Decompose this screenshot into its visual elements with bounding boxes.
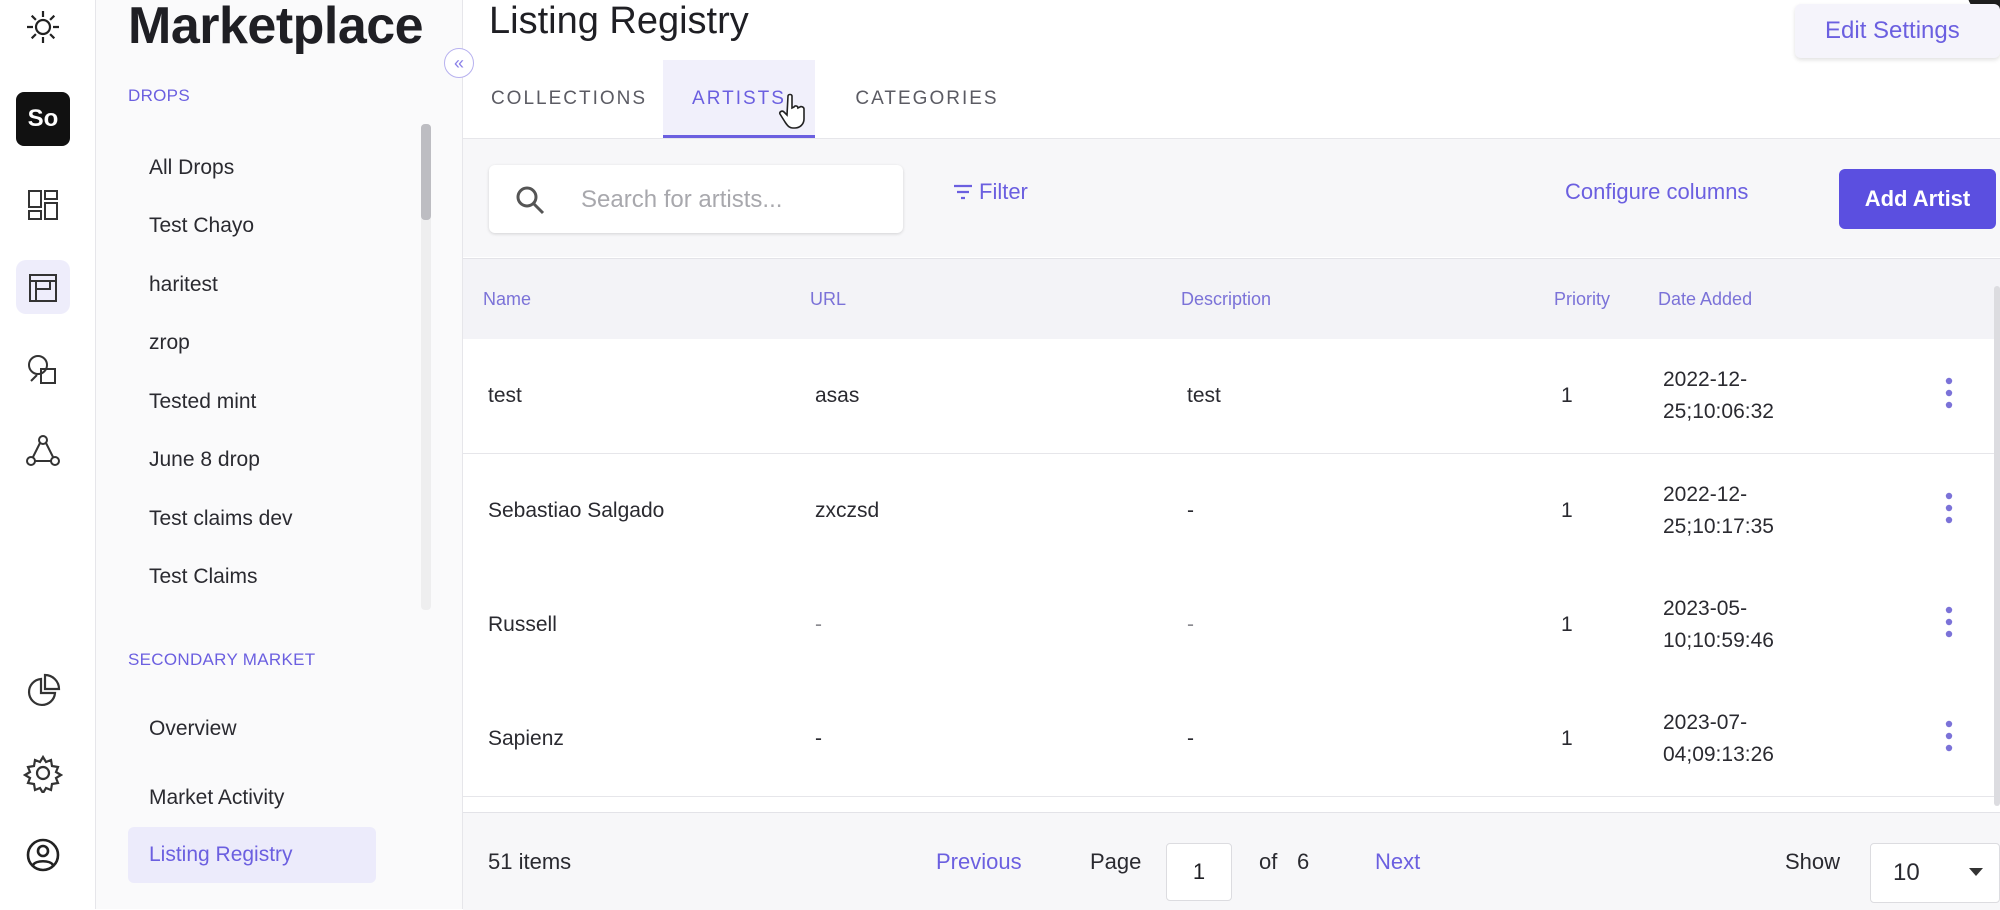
row-menu-icon[interactable] (1939, 375, 1959, 415)
cell-description: - (1187, 499, 1194, 522)
filter-label: Filter (979, 179, 1028, 204)
table-header: Name URL Description Priority Date Added (463, 258, 2000, 340)
time-line: 25;10:06:32 (1663, 400, 1774, 423)
sidebar-item-overview[interactable]: Overview (149, 717, 237, 741)
workspace-avatar[interactable]: So (16, 92, 70, 146)
main-content: Listing Registry Edit Settings COLLECTIO… (463, 0, 2000, 910)
tab-bar: COLLECTIONS ARTISTS CATEGORIES (463, 60, 2000, 139)
chevron-down-icon (1969, 868, 1983, 876)
icon-rail: So (0, 0, 96, 909)
brand-logo-icon[interactable] (16, 0, 70, 54)
analytics-icon[interactable] (16, 664, 70, 718)
sidebar-item-test-chayo[interactable]: Test Chayo (149, 214, 254, 238)
table-toolbar: Filter Configure columns Add Artist (463, 139, 2000, 257)
cell-url: - (815, 727, 822, 750)
page-number-input[interactable]: 1 (1166, 843, 1232, 901)
sidebar-scrollbar-thumb[interactable] (421, 124, 431, 220)
cell-priority: 1 (1561, 727, 1573, 750)
hand-cursor-icon (779, 93, 805, 129)
cell-date-added: 2022-12- 25;10:06:32 (1663, 339, 1774, 453)
search-input[interactable] (579, 181, 883, 219)
filter-button[interactable]: Filter (953, 179, 1028, 205)
pagination-bar: 51 items Previous Page 1 of 6 Next Show … (463, 812, 2000, 910)
cell-date-added: 2022-12- 25;10:17:35 (1663, 454, 1774, 568)
edit-settings-button[interactable]: Edit Settings (1795, 4, 2000, 58)
cell-date-added: 2023-07- 04;09:13:26 (1663, 682, 1774, 796)
sidebar: Marketplace DROPS All Drops Test Chayo h… (96, 0, 463, 909)
table-scrollbar[interactable] (1994, 286, 2000, 806)
configure-columns-link[interactable]: Configure columns (1565, 179, 1748, 205)
date-line: 2022-12- (1663, 483, 1748, 506)
drops-heading: DROPS (128, 86, 190, 105)
cell-description: test (1187, 384, 1221, 407)
table-row[interactable]: Sapienz - - 1 2023-07- 04;09:13:26 (463, 682, 2000, 797)
tab-categories[interactable]: CATEGORIES (847, 60, 1007, 138)
column-header-description[interactable]: Description (1181, 289, 1271, 310)
column-header-name[interactable]: Name (483, 289, 531, 310)
filter-icon (954, 184, 972, 200)
sidebar-item-june-8-drop[interactable]: June 8 drop (149, 448, 260, 472)
table-row[interactable]: test asas test 1 2022-12- 25;10:06:32 (463, 339, 2000, 454)
time-line: 04;09:13:26 (1663, 743, 1774, 766)
next-page-button[interactable]: Next (1375, 813, 1420, 910)
total-pages: 6 (1297, 849, 1310, 874)
of-label: of (1259, 849, 1278, 874)
page-size-select[interactable]: 10 (1870, 843, 2000, 903)
sidebar-item-test-claims-dev[interactable]: Test claims dev (149, 507, 293, 531)
settings-icon[interactable] (16, 746, 70, 800)
add-artist-button[interactable]: Add Artist (1839, 169, 1996, 229)
secondary-market-heading: SECONDARY MARKET (128, 650, 316, 669)
page-title: Listing Registry (489, 0, 749, 42)
date-line: 2022-12- (1663, 368, 1748, 391)
row-menu-icon[interactable] (1939, 604, 1959, 644)
cell-name: test (488, 384, 522, 407)
cell-name: Sebastiao Salgado (488, 499, 665, 522)
date-line: 2023-05- (1663, 597, 1748, 620)
dashboard-icon[interactable] (16, 178, 70, 232)
column-header-date-added[interactable]: Date Added (1658, 289, 1752, 310)
cell-date-added: 2023-05- 10;10:59:46 (1663, 568, 1774, 682)
column-header-url[interactable]: URL (810, 289, 846, 310)
row-menu-icon[interactable] (1939, 718, 1959, 758)
column-header-priority[interactable]: Priority (1554, 289, 1610, 310)
cell-description: - (1187, 727, 1194, 750)
tab-collections[interactable]: COLLECTIONS (489, 60, 649, 138)
time-line: 25;10:17:35 (1663, 515, 1774, 538)
page-label: Page (1090, 849, 1142, 874)
sidebar-item-market-activity[interactable]: Market Activity (149, 786, 284, 810)
cell-url: zxczsd (815, 499, 880, 522)
network-icon[interactable] (16, 424, 70, 478)
search-box[interactable] (489, 165, 903, 233)
cell-priority: 1 (1561, 384, 1573, 407)
cell-priority: 1 (1561, 499, 1573, 522)
sidebar-item-haritest[interactable]: haritest (149, 273, 218, 297)
cell-url: - (815, 613, 822, 636)
sidebar-item-listing-registry[interactable]: Listing Registry (128, 827, 376, 883)
cell-url: asas (815, 384, 860, 407)
search-icon (516, 186, 545, 215)
sidebar-item-all-drops[interactable]: All Drops (149, 156, 234, 180)
row-menu-icon[interactable] (1939, 490, 1959, 530)
sidebar-item-zrop[interactable]: zrop (149, 331, 190, 355)
table-row[interactable]: Sebastiao Salgado zxczsd - 1 2022-12- 25… (463, 454, 2000, 569)
show-label: Show (1785, 849, 1841, 874)
sidebar-title: Marketplace (128, 0, 424, 55)
cell-priority: 1 (1561, 613, 1573, 636)
sidebar-item-tested-mint[interactable]: Tested mint (149, 390, 256, 414)
cell-name: Sapienz (488, 727, 564, 750)
item-count: 51 items (488, 849, 572, 874)
account-icon[interactable] (16, 828, 70, 882)
page-size-value: 10 (1893, 859, 1920, 886)
time-line: 10;10:59:46 (1663, 629, 1774, 652)
previous-page-button[interactable]: Previous (936, 813, 1022, 910)
date-line: 2023-07- (1663, 711, 1748, 734)
cell-name: Russell (488, 613, 557, 636)
storefront-icon[interactable] (16, 260, 70, 314)
design-icon[interactable] (16, 342, 70, 396)
sidebar-item-test-claims[interactable]: Test Claims (149, 565, 258, 589)
cell-description: - (1187, 613, 1194, 636)
table-row[interactable]: Russell - - 1 2023-05- 10;10:59:46 (463, 568, 2000, 683)
